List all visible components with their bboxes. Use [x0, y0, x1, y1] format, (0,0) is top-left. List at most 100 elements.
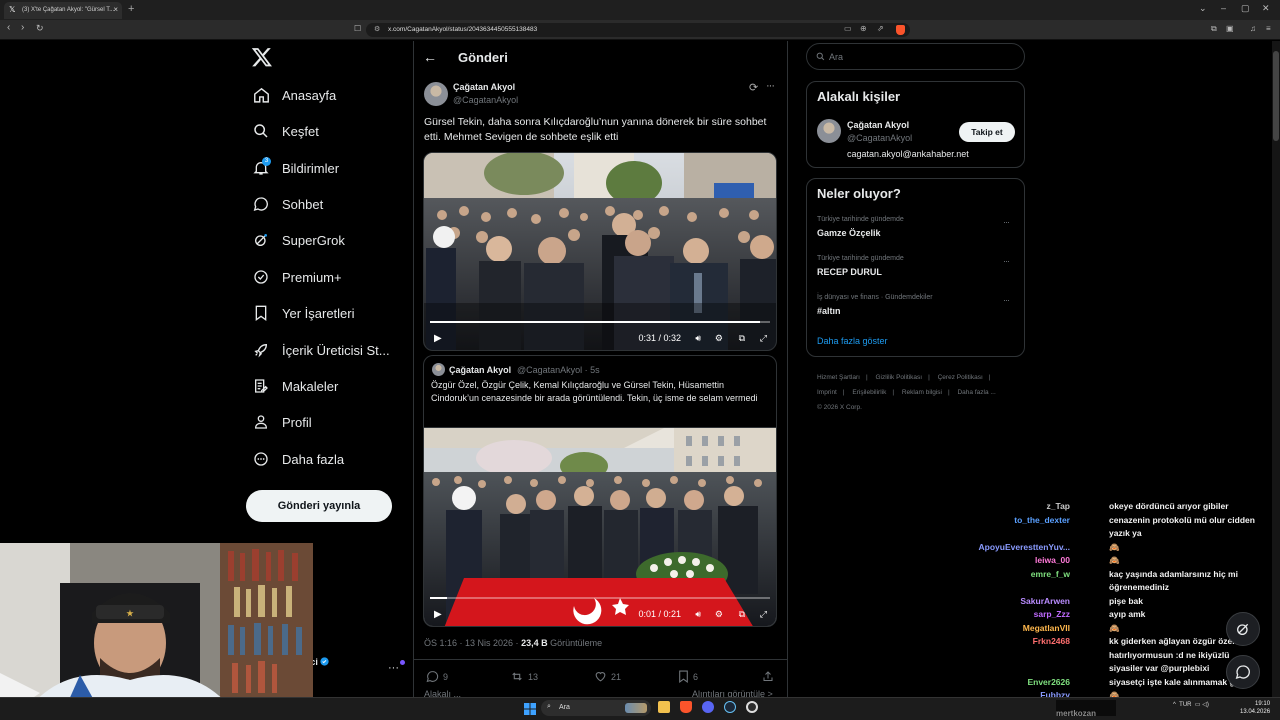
author-name[interactable]: Çağatan Akyol [453, 82, 515, 92]
pip-icon[interactable]: ⧉ [739, 609, 745, 620]
minimize-icon[interactable]: – [1221, 3, 1226, 13]
reload-icon[interactable]: ↻ [36, 23, 44, 34]
network-icon[interactable]: ▭ [1195, 702, 1201, 708]
fullscreen-icon[interactable]: ⤢ [760, 609, 767, 620]
play-icon[interactable]: ▶ [434, 333, 442, 344]
forward-icon[interactable]: › [21, 22, 24, 33]
post-more-icon[interactable]: ··· [766, 80, 775, 92]
footer-link[interactable]: Daha fazla ... [957, 389, 995, 396]
volume-icon[interactable]: 🔊︎ [695, 609, 701, 620]
taskbar-clock[interactable]: 19:10 13.04.2026 [1240, 700, 1270, 716]
new-tab-icon[interactable]: + [128, 3, 134, 15]
url-field[interactable]: ⚙ x.com/CagatanAkyol/status/204363445055… [366, 23, 910, 37]
footer-link[interactable]: Erişilebilirlik [852, 389, 886, 396]
extensions-icon[interactable]: ⧉ [1211, 24, 1217, 34]
post-video[interactable]: ▶ 0:31 / 0:32 🔊︎ ⚙ ⧉ ⤢ [423, 152, 777, 351]
scrollbar-thumb[interactable] [1273, 51, 1279, 141]
tray-chevron-icon[interactable]: ^ [1173, 702, 1176, 708]
repost-button[interactable]: 13 [510, 670, 538, 683]
quoted-author-handle: @CagatanAkyol · 5s [517, 365, 600, 375]
window-close-icon[interactable]: ✕ [1262, 3, 1270, 14]
nav-item-supergrok[interactable]: SuperGrok [252, 225, 345, 255]
bookmark-page-icon[interactable]: ☐ [354, 24, 361, 33]
author-handle[interactable]: @CagatanAkyol [453, 95, 518, 105]
quoted-video[interactable]: ▶ 0:01 / 0:21 🔊︎ ⚙ ⧉ ⤢ [423, 427, 777, 627]
video-progress-bar[interactable] [430, 597, 770, 599]
profile-more-icon[interactable]: ··· [388, 660, 405, 674]
nav-item-home[interactable]: Anasayfa [252, 80, 336, 110]
nav-item-bookmarks[interactable]: Yer İşaretleri [252, 298, 355, 328]
x-logo-icon[interactable] [251, 46, 273, 68]
footer-link[interactable]: Hizmet Şartları [817, 374, 860, 381]
quoted-author-name[interactable]: Çağatan Akyol [449, 365, 511, 375]
discord-icon[interactable] [702, 701, 714, 713]
zoom-icon[interactable]: ⊕ [860, 24, 867, 33]
menu-icon[interactable]: ≡ [1266, 24, 1271, 33]
settings-icon[interactable]: ⚙ [715, 333, 723, 344]
back-icon[interactable]: ‹ [7, 22, 10, 33]
show-more-link[interactable]: Daha fazla göster [817, 336, 888, 346]
reply-button[interactable]: 9 [426, 670, 448, 683]
related-person-name[interactable]: Çağatan Akyol [847, 120, 909, 130]
trend-more-icon[interactable]: ··· [1003, 256, 1010, 266]
grok-explain-icon[interactable]: ⟳ [749, 81, 758, 94]
nav-item-creator-studio[interactable]: İçerik Üreticisi St... [252, 335, 390, 365]
volume-icon[interactable]: 🔊︎ [695, 333, 701, 344]
chat-message: emre_f_w kaç yaşında adamlarsınız hiç mi … [965, 568, 1265, 595]
media-icon[interactable]: ♫ [1250, 24, 1256, 33]
footer-link[interactable]: Imprint [817, 389, 837, 396]
obs-icon[interactable] [746, 701, 758, 713]
screen-icon[interactable]: ▭ [844, 24, 852, 33]
avatar[interactable] [817, 119, 841, 143]
windows-start-icon[interactable] [524, 702, 536, 715]
scrollbar[interactable] [1272, 41, 1280, 697]
share-button[interactable] [762, 670, 778, 683]
footer-link[interactable]: Gizlilik Politikası [876, 374, 923, 381]
brave-shield-icon[interactable] [896, 25, 905, 35]
search-input[interactable]: Ara [806, 43, 1025, 70]
share-icon[interactable]: ⇗ [877, 24, 884, 33]
trend-item[interactable]: RECEP DURUL [817, 267, 882, 277]
file-explorer-icon[interactable] [658, 701, 670, 713]
settings-icon[interactable]: ⚙ [715, 609, 723, 620]
nav-item-chat[interactable]: Sohbet [252, 189, 323, 219]
nav-item-explore[interactable]: Keşfet [252, 116, 319, 146]
follow-button[interactable]: Takip et [959, 122, 1015, 142]
nav-item-profile[interactable]: Profil [252, 407, 312, 437]
nav-item-more[interactable]: Daha fazla [252, 444, 344, 474]
back-arrow-icon[interactable]: ← [423, 49, 437, 65]
trend-more-icon[interactable]: ··· [1003, 295, 1010, 305]
maximize-icon[interactable]: ▢ [1241, 3, 1250, 14]
like-button[interactable]: 21 [594, 670, 621, 683]
trend-item[interactable]: #altın [817, 306, 841, 316]
search-placeholder: Ara [829, 52, 844, 62]
steam-icon[interactable] [724, 701, 736, 713]
trend-item[interactable]: Gamze Özçelik [817, 228, 881, 238]
trend-more-icon[interactable]: ··· [1003, 217, 1010, 227]
footer-link[interactable]: Reklam bilgisi [902, 389, 942, 396]
avatar[interactable] [424, 82, 448, 106]
site-settings-icon[interactable]: ⚙ [374, 25, 380, 33]
bookmark-button[interactable]: 6 [678, 670, 698, 683]
volume-icon[interactable]: ◁) [1202, 702, 1209, 708]
tab-list-icon[interactable]: ⌄ [1199, 3, 1207, 14]
nav-item-premium[interactable]: Premium+ [252, 262, 342, 292]
browser-tab[interactable]: 𝕏 (3) X'te Çağatan Akyol: "Gürsel T... × [4, 2, 122, 19]
messages-floating-button[interactable] [1226, 655, 1260, 689]
video-progress-bar[interactable] [430, 321, 770, 323]
nav-item-articles[interactable]: Makaleler [252, 371, 338, 401]
close-tab-icon[interactable]: × [113, 5, 118, 14]
grok-floating-button[interactable] [1226, 612, 1260, 646]
quoted-avatar[interactable] [432, 363, 445, 376]
taskbar-search[interactable]: ⌕ Ara [541, 700, 651, 716]
footer-link[interactable]: Çerez Politikası [938, 374, 983, 381]
post-button[interactable]: Gönderi yayınla [246, 490, 392, 522]
play-icon[interactable]: ▶ [434, 609, 442, 620]
brave-browser-icon[interactable] [680, 701, 692, 713]
wallet-icon[interactable]: ▣ [1226, 24, 1234, 33]
fullscreen-icon[interactable]: ⤢ [760, 333, 767, 344]
pip-icon[interactable]: ⧉ [739, 333, 745, 344]
language-indicator[interactable]: TUR [1179, 702, 1191, 708]
post-timestamp[interactable]: ÖS 1:16 · 13 Nis 2026 · [424, 638, 521, 648]
system-tray[interactable]: ^ TUR ▭ ◁) [1173, 701, 1209, 708]
